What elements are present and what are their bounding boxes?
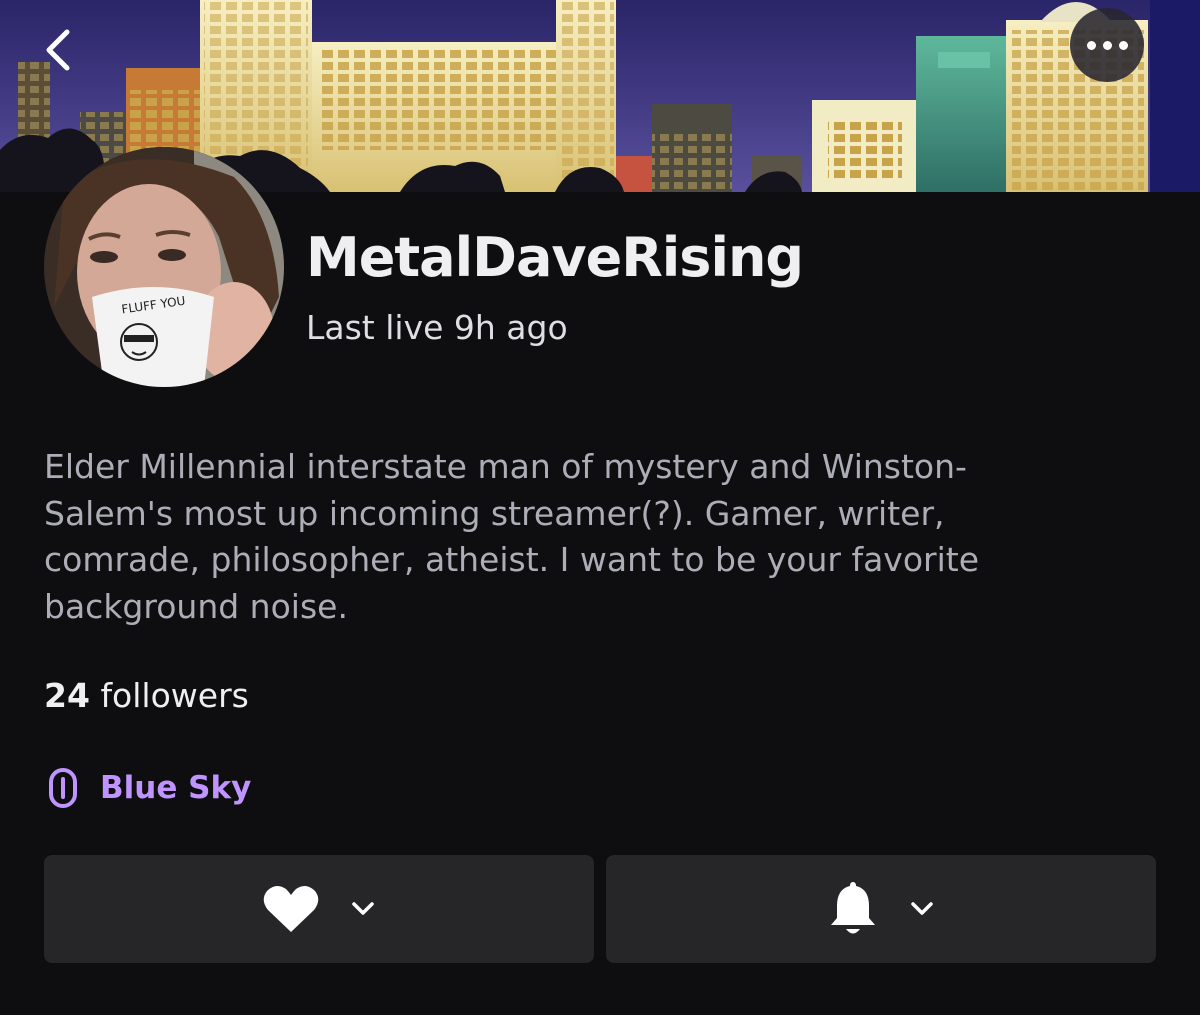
chevron-down-icon: [911, 902, 933, 915]
notifications-button[interactable]: [606, 855, 1156, 963]
back-button[interactable]: [30, 22, 86, 78]
channel-profile-screen: FLUFF YOU MetalDaveRising Last live 9h a…: [0, 0, 1200, 1015]
bio-line: comrade, philosopher, atheist. I want to…: [44, 540, 980, 579]
bio-line: Salem's most up incoming streamer(?). Ga…: [44, 493, 945, 533]
avatar[interactable]: FLUFF YOU: [44, 147, 284, 387]
follow-button[interactable]: [44, 855, 594, 963]
more-dot: [1102, 40, 1112, 50]
link-icon: [49, 768, 77, 808]
more-horizontal-icon: [1086, 40, 1096, 50]
channel-name: MetalDaveRising: [306, 226, 804, 289]
social-link-label: Blue Sky: [100, 770, 252, 806]
social-link-bluesky[interactable]: Blue Sky: [48, 764, 251, 812]
more-dot: [1118, 40, 1128, 50]
followers-label: followers: [100, 676, 249, 715]
chevron-down-icon: [352, 902, 374, 915]
chevron-left-icon: [46, 29, 70, 71]
bio-line: Elder Millennial interstate man of myste…: [44, 447, 967, 486]
heart-icon: [263, 885, 319, 932]
followers-count: 24: [44, 676, 90, 715]
bio-line: background noise.: [44, 586, 348, 626]
avatar-image: FLUFF YOU: [44, 147, 284, 387]
bell-icon: [831, 882, 875, 934]
more-options-button[interactable]: [1070, 8, 1144, 82]
followers-stat: 24 followers: [44, 674, 249, 718]
last-live-status: Last live 9h ago: [306, 308, 568, 347]
channel-bio: Elder Millennial interstate man of myste…: [44, 444, 1124, 630]
